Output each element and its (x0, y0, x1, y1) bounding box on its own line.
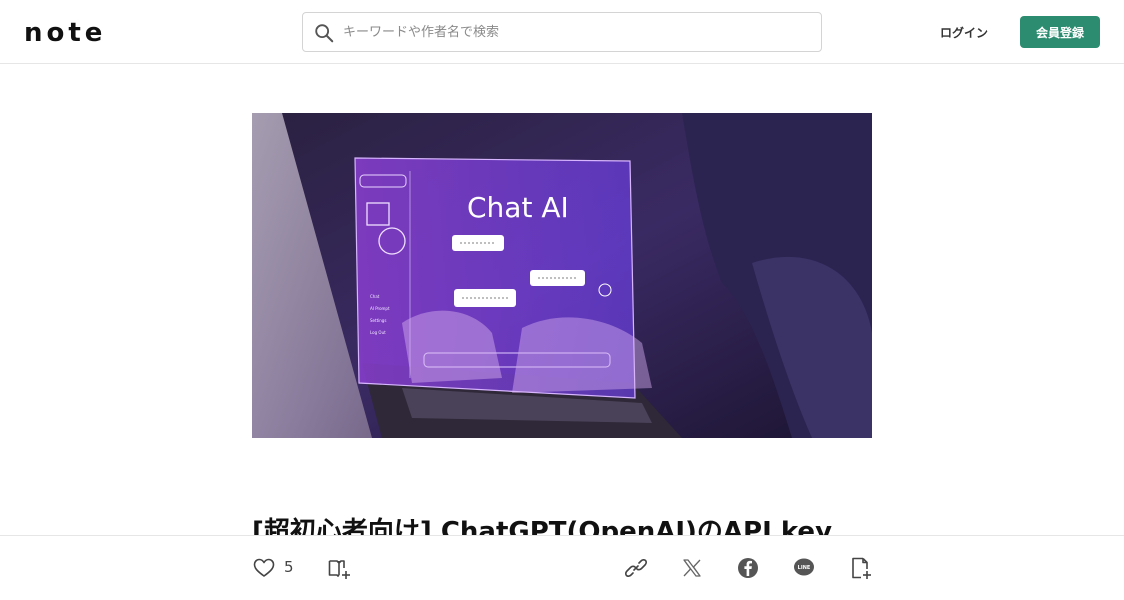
link-icon[interactable] (624, 556, 648, 580)
article-hero-image: Chat AI Chat AI Prompt Settings Log Out (252, 113, 872, 438)
x-icon[interactable] (680, 556, 704, 580)
svg-text:LINE: LINE (798, 565, 811, 571)
line-icon[interactable]: LINE (792, 556, 816, 580)
magazine-add-icon[interactable] (327, 556, 351, 580)
hero-illustration: Chat AI Chat AI Prompt Settings Log Out (252, 113, 872, 438)
search-icon (315, 24, 334, 43)
search-box[interactable] (302, 12, 822, 52)
signup-button[interactable]: 会員登録 (1020, 16, 1100, 48)
note-logo[interactable]: note (24, 20, 124, 44)
clip-icon[interactable] (848, 556, 872, 580)
facebook-icon[interactable] (736, 556, 760, 580)
heart-icon[interactable] (252, 556, 276, 580)
site-header: note ログイン 会員登録 (0, 0, 1124, 64)
svg-text:AI Prompt: AI Prompt (370, 306, 390, 311)
svg-text:Chat: Chat (370, 294, 380, 299)
article-action-bar: 5 LINE (0, 535, 1124, 600)
svg-text:Log Out: Log Out (370, 330, 386, 335)
login-button[interactable]: ログイン (928, 16, 1000, 48)
svg-text:note: note (24, 20, 106, 44)
search-input[interactable] (343, 13, 813, 51)
svg-text:Settings: Settings (370, 318, 386, 323)
svg-text:Chat AI: Chat AI (467, 191, 569, 224)
like-count: 5 (284, 558, 294, 576)
